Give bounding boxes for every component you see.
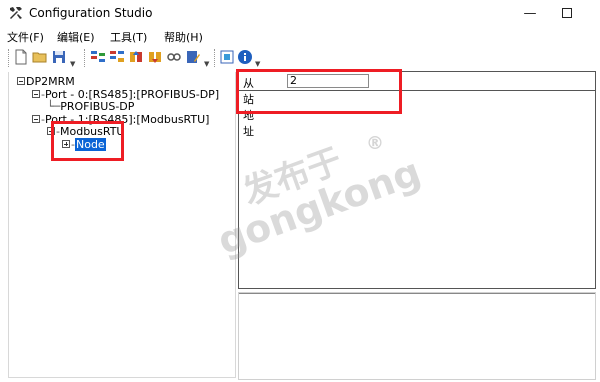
download-icon[interactable] <box>147 49 163 65</box>
device-list-icon[interactable] <box>109 49 125 65</box>
branch-line: └─ <box>47 100 61 113</box>
tree-port0-child-label: PROFIBUS-DP <box>60 100 135 113</box>
edit-icon[interactable] <box>185 49 201 65</box>
connect-icon[interactable] <box>166 49 182 65</box>
minimize-icon: — <box>523 5 537 21</box>
upload-icon[interactable] <box>128 49 144 65</box>
tree-root[interactable]: DP2MRM <box>17 75 75 88</box>
collapse-icon[interactable] <box>32 90 40 98</box>
new-file-icon[interactable] <box>13 49 29 65</box>
collapse-icon[interactable] <box>17 77 25 85</box>
menu-bar: 文件(F) 编辑(E) 工具(T) 帮助(H) <box>0 26 600 46</box>
toolbar-grip[interactable] <box>214 49 217 67</box>
device-config-icon[interactable] <box>90 49 106 65</box>
collapse-icon[interactable] <box>32 115 40 123</box>
save-icon[interactable] <box>51 49 67 65</box>
minimize-button[interactable]: — <box>515 2 545 24</box>
compile-icon[interactable] <box>219 49 235 65</box>
info-icon[interactable] <box>237 49 253 65</box>
open-folder-icon[interactable] <box>32 49 48 65</box>
output-panel <box>238 292 596 380</box>
chevron-down-icon[interactable]: ▼ <box>204 60 209 68</box>
menu-tools[interactable]: 工具(T) <box>110 29 147 45</box>
menu-file[interactable]: 文件(F) <box>7 29 44 45</box>
title-bar: Configuration Studio — <box>0 0 600 26</box>
chevron-down-icon[interactable]: ▼ <box>70 60 75 68</box>
menu-edit[interactable]: 编辑(E) <box>57 29 95 45</box>
maximize-button[interactable] <box>552 2 582 24</box>
chevron-down-icon[interactable]: ▼ <box>255 60 260 68</box>
menu-help[interactable]: 帮助(H) <box>164 29 203 45</box>
tools-icon <box>10 7 22 19</box>
maximize-icon <box>562 8 572 18</box>
annotation-highlight-node <box>51 121 124 161</box>
toolbar-grip[interactable] <box>84 49 87 67</box>
annotation-highlight-slave-address <box>236 69 402 114</box>
tree-root-label: DP2MRM <box>26 75 75 88</box>
window-title: Configuration Studio <box>29 6 153 20</box>
toolbar: ▼ ▼ ▼ <box>0 46 600 70</box>
tree-port0-child[interactable]: └─PROFIBUS-DP <box>47 100 134 113</box>
toolbar-grip[interactable] <box>8 49 11 67</box>
